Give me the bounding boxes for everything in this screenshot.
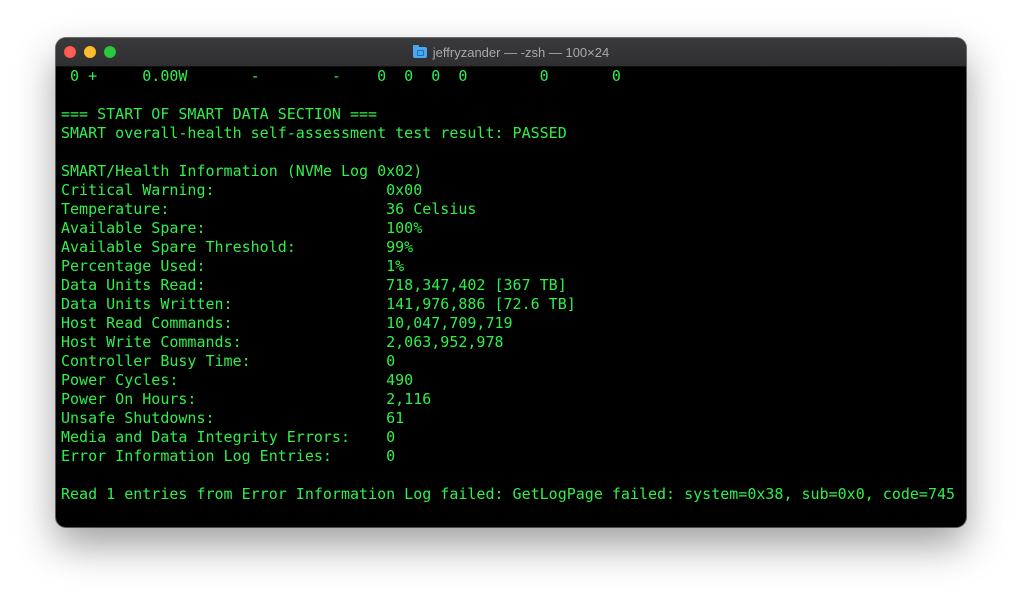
terminal-line: Error Information Log Entries: 0	[61, 447, 396, 465]
terminal-line: Host Write Commands: 2,063,952,978	[61, 333, 504, 351]
terminal-line: 0 + 0.00W - - 0 0 0 0 0 0	[61, 67, 621, 85]
terminal-line: Temperature: 36 Celsius	[61, 200, 477, 218]
terminal-line: SMART overall-health self-assessment tes…	[61, 124, 567, 142]
terminal-line: Percentage Used: 1%	[61, 257, 405, 275]
terminal-line: Unsafe Shutdowns: 61	[61, 409, 405, 427]
terminal-line: Power Cycles: 490	[61, 371, 414, 389]
terminal-line: Read 1 entries from Error Information Lo…	[61, 485, 956, 503]
terminal-line: SMART/Health Information (NVMe Log 0x02)	[61, 162, 423, 180]
terminal-line: Available Spare: 100%	[61, 219, 423, 237]
terminal-line: Data Units Written: 141,976,886 [72.6 TB…	[61, 295, 576, 313]
title-bar[interactable]: jeffryzander — -zsh — 100×24	[56, 38, 966, 67]
terminal-line: Power On Hours: 2,116	[61, 390, 432, 408]
terminal-line: Media and Data Integrity Errors: 0	[61, 428, 396, 446]
window-title: jeffryzander — -zsh — 100×24	[432, 44, 610, 60]
terminal-output[interactable]: 0 + 0.00W - - 0 0 0 0 0 0 === START OF SM…	[61, 67, 961, 522]
terminal-line: === START OF SMART DATA SECTION ===	[61, 105, 378, 123]
terminal-window: jeffryzander — -zsh — 100×24 0 + 0.00W -…	[56, 38, 966, 527]
terminal-line: Data Units Read: 718,347,402 [367 TB]	[61, 276, 567, 294]
terminal-line: Host Read Commands: 10,047,709,719	[61, 314, 513, 332]
terminal-line: Critical Warning: 0x00	[61, 181, 423, 199]
window-title-group: jeffryzander — -zsh — 100×24	[56, 38, 966, 66]
folder-icon	[412, 44, 427, 58]
terminal-line: Available Spare Threshold: 99%	[61, 238, 414, 256]
terminal-line: Controller Busy Time: 0	[61, 352, 396, 370]
